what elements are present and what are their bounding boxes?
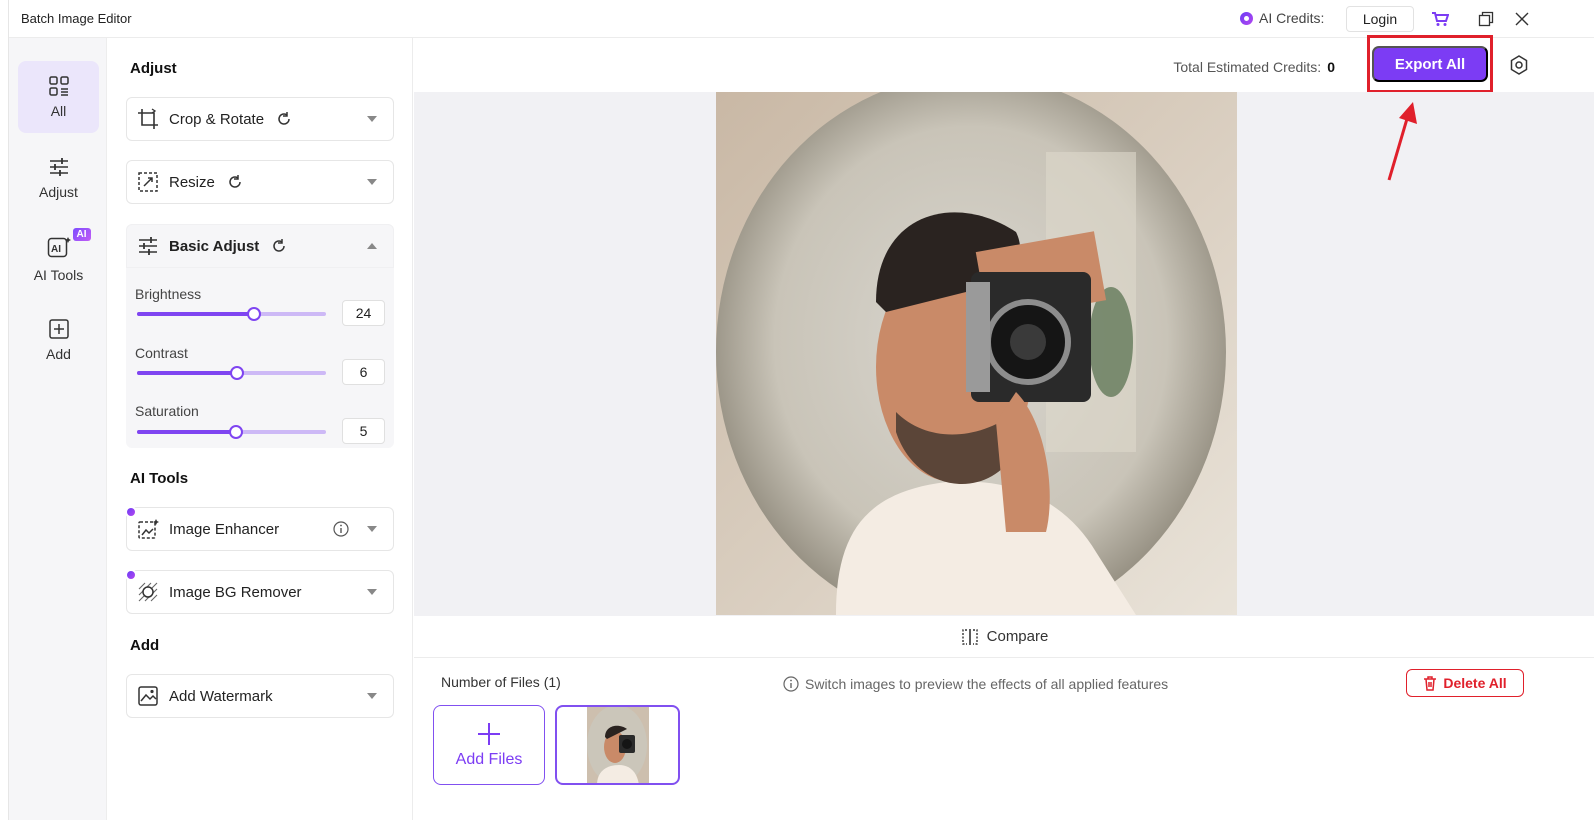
section-title-ai-tools: AI Tools: [130, 470, 189, 487]
cart-icon[interactable]: [1430, 9, 1450, 29]
hint-label: Switch images to preview the effects of …: [805, 676, 1169, 692]
plus-box-icon: [48, 319, 69, 339]
brightness-slider[interactable]: [137, 307, 326, 321]
window-title: Batch Image Editor: [21, 11, 132, 26]
credit-icon: [1240, 11, 1253, 25]
info-icon: [783, 676, 799, 692]
basic-adjust-label: Basic Adjust: [169, 237, 260, 255]
chevron-down-icon[interactable]: [367, 526, 377, 532]
resize-label: Resize: [169, 173, 215, 191]
saturation-value[interactable]: 5: [342, 418, 385, 444]
watermark-icon: [138, 686, 158, 706]
est-value: 0: [1327, 59, 1335, 75]
chevron-up-icon[interactable]: [367, 243, 377, 249]
compare-icon: [961, 628, 978, 645]
basic-adjust-body: Brightness 24 Contrast 6 Saturation 5: [126, 268, 394, 448]
enhancer-label: Image Enhancer: [169, 520, 280, 538]
crop-rotate-card[interactable]: Crop & Rotate: [126, 97, 394, 141]
add-files-button[interactable]: Add Files: [433, 705, 545, 785]
crop-icon: [138, 108, 158, 129]
chevron-down-icon[interactable]: [367, 693, 377, 699]
file-count: Number of Files (1): [441, 674, 561, 690]
close-icon[interactable]: [1512, 9, 1532, 29]
bg-remover-label: Image BG Remover: [169, 583, 302, 601]
crop-label: Crop & Rotate: [169, 110, 265, 128]
bg-remover-icon: [138, 582, 158, 602]
credits-label: AI Credits:: [1259, 10, 1325, 26]
thumbnail-image: [587, 707, 649, 783]
resize-icon: [138, 172, 158, 192]
title-bar: Batch Image Editor AI Credits: Login: [9, 0, 1594, 38]
left-rail: All Adjust AI AI AI Tools Add: [9, 38, 107, 820]
sliders-icon: [49, 158, 68, 176]
slider-thumb[interactable]: [230, 366, 245, 380]
image-enhancer-card[interactable]: Image Enhancer: [125, 506, 394, 551]
reset-icon[interactable]: [271, 238, 287, 254]
pro-badge-icon: [125, 569, 137, 581]
section-title-add: Add: [130, 637, 160, 654]
delete-label: Delete All: [1443, 675, 1507, 691]
trash-icon: [1424, 675, 1437, 691]
compare-button[interactable]: Compare: [414, 616, 1594, 658]
reset-icon[interactable]: [276, 111, 292, 127]
sliders-icon: [139, 237, 157, 255]
tools-panel: Adjust Crop & Rotate Resize Basic Adjust…: [107, 38, 413, 820]
rail-label: Add: [46, 346, 71, 362]
estimated-credits: Total Estimated Credits: 0: [1173, 59, 1335, 75]
rail-item-ai-tools[interactable]: AI AI AI Tools: [18, 223, 99, 295]
est-label: Total Estimated Credits:: [1173, 59, 1322, 75]
file-thumbnail[interactable]: [555, 705, 680, 785]
brightness-label: Brightness: [135, 286, 202, 302]
reset-icon[interactable]: [227, 174, 243, 190]
main-toolbar: Total Estimated Credits: 0 Export All: [414, 35, 1594, 93]
add-files-label: Add Files: [455, 751, 523, 768]
resize-card[interactable]: Resize: [126, 160, 394, 204]
files-strip: Number of Files (1) Switch images to pre…: [414, 658, 1594, 820]
chevron-down-icon[interactable]: [367, 589, 377, 595]
chevron-down-icon[interactable]: [367, 179, 377, 185]
contrast-label: Contrast: [135, 345, 188, 361]
restore-icon[interactable]: [1476, 9, 1496, 29]
enhancer-icon: [138, 519, 159, 539]
slider-thumb[interactable]: [229, 425, 244, 439]
svg-text:AI: AI: [51, 244, 61, 255]
app-window: Batch Image Editor AI Credits: Login All…: [8, 0, 1594, 820]
saturation-slider[interactable]: [137, 425, 326, 439]
hint-text: Switch images to preview the effects of …: [783, 676, 1168, 692]
export-all-button[interactable]: Export All: [1372, 46, 1488, 82]
brightness-value[interactable]: 24: [342, 300, 385, 326]
rail-label: AI Tools: [33, 266, 84, 283]
chevron-down-icon[interactable]: [367, 116, 377, 122]
pro-badge-icon: [125, 506, 137, 518]
settings-icon[interactable]: [1509, 55, 1529, 80]
login-button[interactable]: Login: [1346, 6, 1414, 32]
section-title-adjust: Adjust: [130, 60, 177, 77]
ai-icon: AI: [47, 236, 71, 257]
contrast-value[interactable]: 6: [342, 359, 385, 385]
rail-item-add[interactable]: Add: [18, 304, 99, 376]
basic-adjust-card[interactable]: Basic Adjust: [126, 224, 394, 268]
plus-icon: [478, 723, 500, 745]
saturation-label: Saturation: [135, 403, 199, 419]
rail-item-all[interactable]: All: [18, 61, 99, 133]
add-watermark-card[interactable]: Add Watermark: [126, 674, 394, 718]
contrast-slider[interactable]: [137, 366, 326, 380]
bg-remover-card[interactable]: Image BG Remover: [125, 569, 394, 614]
watermark-label: Add Watermark: [169, 687, 273, 705]
ai-badge: AI: [72, 227, 91, 241]
ai-credits: AI Credits:: [1240, 10, 1324, 26]
delete-all-button[interactable]: Delete All: [1406, 669, 1524, 697]
grid-icon: [48, 76, 69, 96]
preview-image: [716, 92, 1237, 615]
red-arrow-annotation: [1387, 102, 1417, 181]
rail-label: Adjust: [39, 184, 78, 200]
info-icon[interactable]: [333, 521, 349, 541]
rail-item-adjust[interactable]: Adjust: [18, 142, 99, 214]
slider-thumb[interactable]: [247, 307, 262, 321]
compare-label: Compare: [986, 628, 1049, 645]
rail-label: All: [50, 103, 67, 119]
